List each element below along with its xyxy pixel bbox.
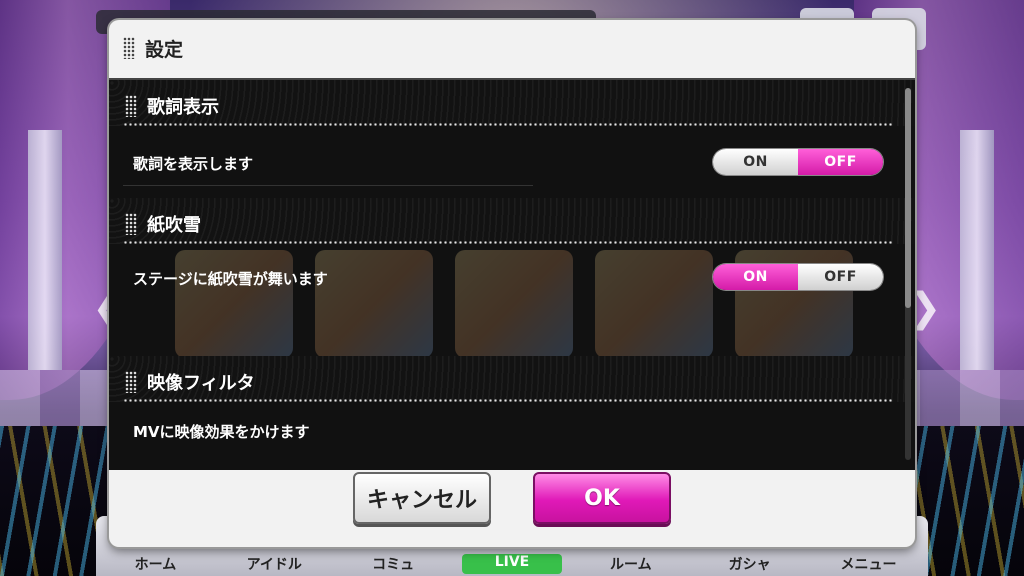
- section-header-lyrics: 歌詞表示: [109, 80, 915, 126]
- lyrics-on-option[interactable]: ON: [713, 149, 798, 175]
- setting-description-video-filter: MVに映像効果をかけます: [133, 423, 310, 441]
- nav-item-live[interactable]: LIVE: [461, 554, 562, 574]
- confetti-off-option[interactable]: OFF: [798, 264, 883, 290]
- nav-item-gacha[interactable]: ガシャ: [700, 554, 800, 574]
- settings-list[interactable]: 歌詞表示 歌詞を表示します ON OFF 紙吹雪 ステージに紙吹雪が舞います O…: [109, 78, 915, 470]
- section-divider: [123, 241, 893, 244]
- dotted-grip-icon: [125, 95, 137, 117]
- settings-dialog: 設定 歌詞表示 歌詞を表示します ON OFF 紙吹雪 ステージに紙吹雪が舞いま…: [109, 20, 915, 547]
- settings-scrollbar[interactable]: [905, 88, 911, 460]
- dotted-grip-icon: [123, 37, 135, 59]
- setting-description-confetti: ステージに紙吹雪が舞います: [133, 270, 328, 288]
- stage-pillar-left: [28, 130, 62, 370]
- section-divider: [123, 399, 893, 402]
- section-title-video-filter: 映像フィルタ: [147, 373, 255, 394]
- dialog-header: 設定: [109, 20, 915, 76]
- dotted-grip-icon: [125, 213, 137, 235]
- stage-pillar-right: [960, 130, 994, 370]
- scrollbar-thumb[interactable]: [905, 88, 911, 308]
- nav-item-home[interactable]: ホーム: [105, 554, 205, 574]
- nav-item-room[interactable]: ルーム: [581, 554, 681, 574]
- lyrics-toggle[interactable]: ON OFF: [713, 149, 883, 175]
- dialog-title: 設定: [145, 38, 184, 61]
- lyrics-off-option[interactable]: OFF: [798, 149, 883, 175]
- confetti-on-option[interactable]: ON: [713, 264, 798, 290]
- cancel-button[interactable]: キャンセル: [353, 472, 491, 524]
- setting-row-confetti: ステージに紙吹雪が舞います ON OFF: [109, 253, 915, 305]
- nav-item-menu[interactable]: メニュー: [818, 554, 918, 574]
- setting-description-lyrics: 歌詞を表示します: [133, 155, 254, 173]
- section-divider: [123, 123, 893, 126]
- section-header-video-filter: 映像フィルタ: [109, 356, 915, 402]
- section-title-confetti: 紙吹雪: [147, 215, 201, 236]
- section-title-lyrics: 歌詞表示: [147, 97, 219, 118]
- setting-row-video-filter: MVに映像効果をかけます: [109, 406, 915, 458]
- nav-item-commu[interactable]: コミュ: [343, 554, 443, 574]
- ok-button[interactable]: OK: [533, 472, 671, 524]
- nav-item-idol[interactable]: アイドル: [224, 554, 324, 574]
- section-header-confetti: 紙吹雪: [109, 198, 915, 244]
- setting-row-lyrics: 歌詞を表示します ON OFF: [109, 138, 915, 190]
- dotted-grip-icon: [125, 371, 137, 393]
- confetti-toggle[interactable]: ON OFF: [713, 264, 883, 290]
- row-underline: [123, 185, 533, 186]
